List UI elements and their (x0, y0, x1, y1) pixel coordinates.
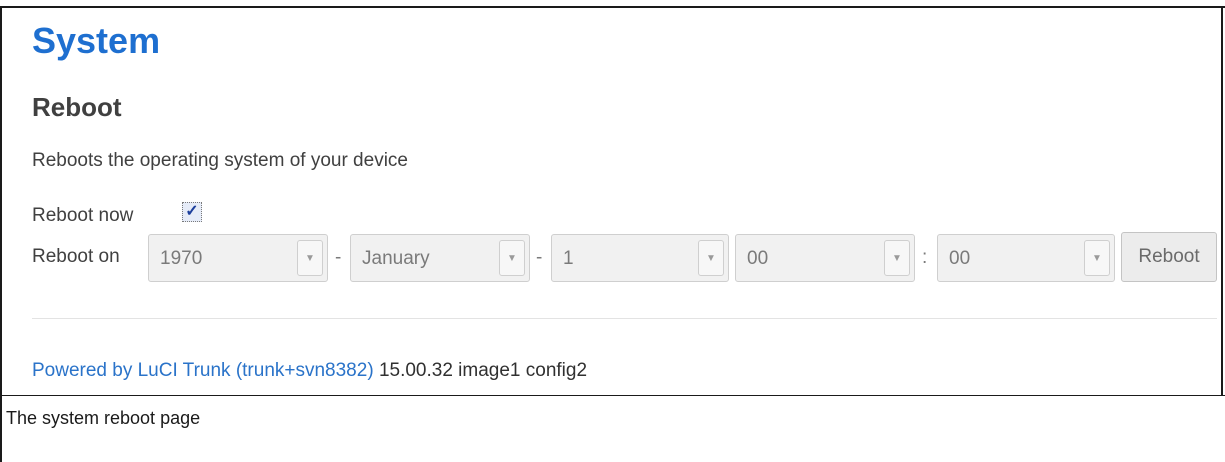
minute-value: 00 (949, 248, 971, 269)
chevron-down-icon: ▼ (297, 240, 323, 276)
chevron-down-icon: ▼ (698, 240, 724, 276)
year-value: 1970 (160, 248, 203, 269)
reboot-now-label: Reboot now (32, 205, 134, 226)
section-title: Reboot (32, 92, 122, 122)
reboot-on-label: Reboot on (32, 246, 120, 267)
frame-right-border (1221, 6, 1223, 396)
section-description: Reboots the operating system of your dev… (32, 150, 408, 171)
chevron-down-icon: ▼ (884, 240, 910, 276)
checkmark-icon: ✓ (185, 203, 199, 220)
year-select[interactable]: 1970 ▼ (148, 234, 328, 282)
time-separator: : (922, 247, 928, 268)
caption-divider (0, 395, 1225, 396)
reboot-now-checkbox[interactable]: ✓ (182, 202, 202, 222)
content-divider (32, 318, 1217, 319)
chevron-down-icon: ▼ (1084, 240, 1110, 276)
date-separator: - (335, 247, 342, 268)
luci-link[interactable]: Powered by LuCI Trunk (trunk+svn8382) (32, 360, 374, 381)
day-select[interactable]: 1 ▼ (551, 234, 729, 282)
minute-select[interactable]: 00 ▼ (937, 234, 1115, 282)
hour-select[interactable]: 00 ▼ (735, 234, 915, 282)
month-value: January (362, 248, 430, 269)
version-text: 15.00.32 image1 config2 (378, 360, 588, 381)
reboot-button[interactable]: Reboot (1121, 232, 1217, 282)
figure-caption: The system reboot page (6, 408, 201, 428)
hour-value: 00 (747, 248, 769, 269)
month-select[interactable]: January ▼ (350, 234, 530, 282)
page-title: System (32, 20, 161, 61)
day-value: 1 (563, 248, 574, 269)
chevron-down-icon: ▼ (499, 240, 525, 276)
footer: Powered by LuCI Trunk (trunk+svn8382) 15… (32, 360, 587, 382)
date-separator: - (536, 247, 543, 268)
figure-frame: System Reboot Reboots the operating syst… (0, 0, 1225, 462)
